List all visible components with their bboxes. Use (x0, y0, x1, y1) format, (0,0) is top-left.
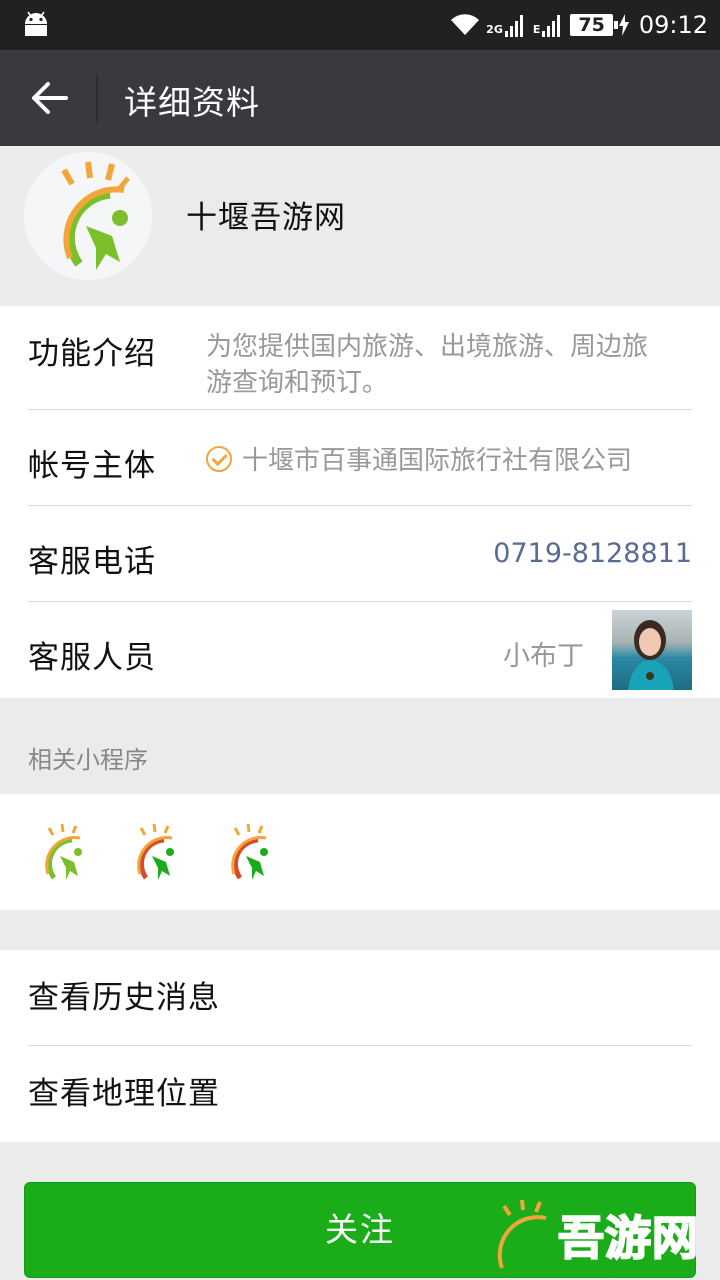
verified-check-icon (206, 445, 232, 472)
account-value: 十堰市百事通国际旅行社有限公司 (206, 440, 632, 477)
mini-program-logo-icon[interactable] (30, 820, 94, 884)
title-divider (96, 74, 98, 122)
mini-program-logo-icon[interactable] (122, 820, 186, 884)
staff-avatar[interactable] (612, 610, 692, 690)
intro-row: 功能介绍 为您提供国内旅游、出境旅游、周边旅 游查询和预订。 (28, 306, 692, 410)
mini-program-logo-icon[interactable] (216, 820, 280, 884)
charging-icon (618, 14, 629, 36)
battery-indicator: 75 (570, 14, 619, 36)
mini-programs-title: 相关小程序 (28, 746, 148, 774)
account-name: 十堰吾游网 (186, 200, 346, 236)
mini-programs-header: 相关小程序 (0, 698, 720, 794)
staff-label: 客服人员 (28, 640, 156, 676)
staff-photo-icon (628, 620, 674, 690)
watermark-logo-icon (497, 1199, 547, 1276)
account-value-text: 十堰市百事通国际旅行社有限公司 (242, 446, 633, 476)
watermark: 吾游网 www.shiyan.cc (480, 1196, 720, 1280)
intro-label: 功能介绍 (28, 336, 156, 372)
network-type-e: E (532, 23, 541, 36)
account-label: 帐号主体 (28, 448, 156, 484)
page-title: 详细资料 (124, 83, 260, 122)
account-avatar[interactable] (24, 152, 152, 280)
signal-icon (504, 15, 523, 37)
info-card: 功能介绍 为您提供国内旅游、出境旅游、周边旅 游查询和预订。 帐号主体 十堰市百… (0, 306, 720, 698)
signal-icon-2 (542, 15, 561, 37)
intro-text-line1: 为您提供国内旅游、出境旅游、周边旅 (206, 332, 649, 362)
view-history-link[interactable]: 查看历史消息 (28, 950, 692, 1046)
back-arrow-icon[interactable] (30, 80, 70, 116)
account-row[interactable]: 帐号主体 十堰市百事通国际旅行社有限公司 (28, 410, 692, 506)
watermark-url: www.shiyan.cc (566, 1262, 689, 1278)
status-bar: 2G E 75 09:12 (0, 0, 720, 50)
mini-programs-list (0, 794, 720, 910)
watermark-text: 吾游网 (557, 1210, 699, 1266)
title-bar: 详细资料 (0, 50, 720, 146)
staff-row[interactable]: 客服人员 小布丁 (28, 602, 692, 698)
logo-icon (24, 152, 152, 280)
phone-value[interactable]: 0719-8128811 (493, 538, 692, 569)
intro-text-line2: 游查询和预订。 (206, 368, 389, 398)
android-icon (25, 11, 47, 36)
phone-label: 客服电话 (28, 544, 156, 580)
staff-name: 小布丁 (503, 641, 584, 672)
view-location-link[interactable]: 查看地理位置 (28, 1046, 692, 1142)
profile-header: 十堰吾游网 (0, 146, 720, 306)
clock: 09:12 (638, 11, 708, 39)
network-type-2g: 2G (486, 23, 503, 36)
wifi-icon (451, 14, 480, 36)
action-links: 查看历史消息 查看地理位置 (0, 950, 720, 1142)
phone-row[interactable]: 客服电话 0719-8128811 (28, 506, 692, 602)
